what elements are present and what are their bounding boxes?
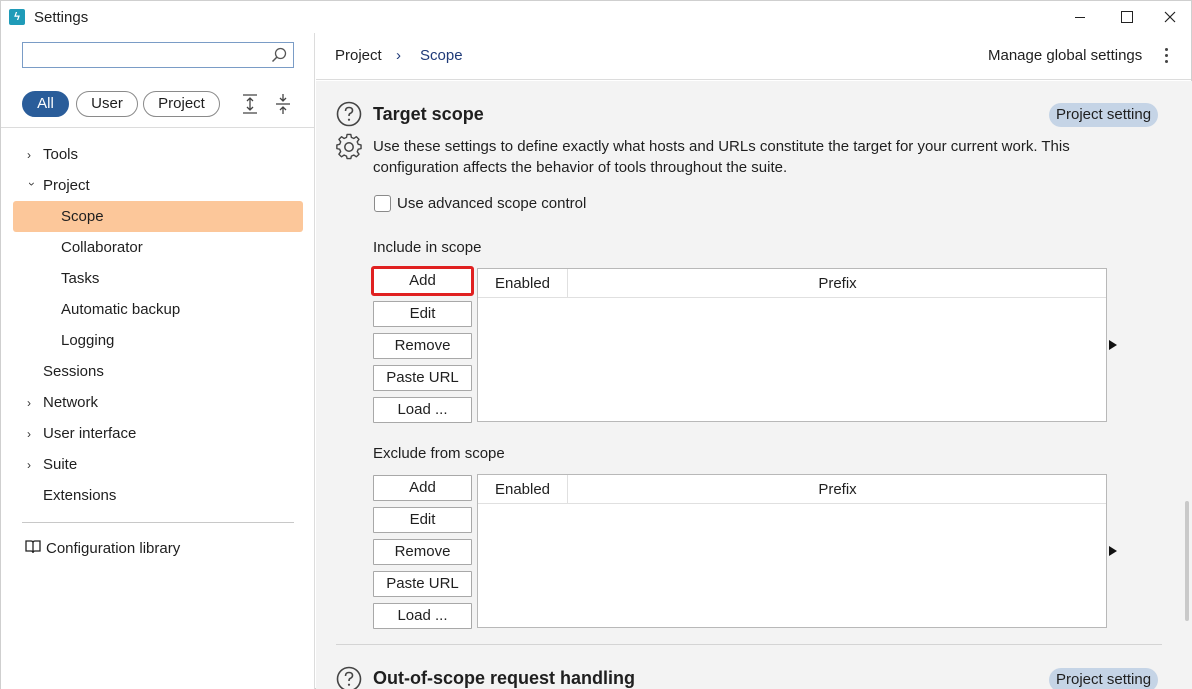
target-scope-description: Use these settings to define exactly wha… bbox=[373, 138, 1070, 176]
chevron-down-icon[interactable]: › bbox=[17, 182, 47, 192]
configuration-library-link[interactable]: Configuration library bbox=[25, 538, 180, 560]
settings-window: ϟ Settings All User Project › Tools › Pr… bbox=[0, 0, 1192, 689]
sidebar-divider bbox=[1, 127, 314, 128]
sidebar-item-label: User interface bbox=[43, 425, 137, 442]
sidebar-item-tasks[interactable]: Tasks bbox=[61, 264, 99, 294]
chevron-right-icon[interactable]: › bbox=[27, 450, 37, 480]
chevron-right-icon[interactable]: › bbox=[27, 419, 37, 449]
sidebar-item-network[interactable]: › Network bbox=[27, 388, 99, 418]
breadcrumb-project[interactable]: Project bbox=[335, 47, 382, 64]
sidebar-item-label: Sessions bbox=[43, 363, 104, 380]
content-header: Project › Scope Manage global settings bbox=[316, 33, 1191, 80]
target-scope-title: Target scope bbox=[373, 104, 484, 124]
search-icon[interactable] bbox=[271, 47, 287, 63]
settings-sidebar: All User Project › Tools › Project Scope bbox=[1, 33, 315, 689]
exclude-add-button[interactable]: Add bbox=[373, 475, 472, 501]
close-button[interactable] bbox=[1147, 1, 1192, 33]
sidebar-item-logging[interactable]: Logging bbox=[61, 326, 114, 356]
help-icon[interactable] bbox=[336, 666, 362, 689]
sidebar-item-collaborator[interactable]: Collaborator bbox=[61, 233, 143, 263]
exclude-remove-button[interactable]: Remove bbox=[373, 539, 472, 565]
help-icon[interactable] bbox=[336, 101, 362, 127]
sidebar-item-user-interface[interactable]: › User interface bbox=[27, 419, 137, 449]
sidebar-item-suite[interactable]: › Suite bbox=[27, 450, 78, 480]
sidebar-item-sessions[interactable]: Sessions bbox=[43, 357, 104, 387]
advanced-scope-checkbox[interactable] bbox=[374, 195, 391, 212]
maximize-button[interactable] bbox=[1103, 1, 1149, 33]
table-header-row: Enabled Prefix bbox=[478, 475, 1106, 504]
sidebar-item-label: Project bbox=[43, 177, 90, 194]
window-title: Settings bbox=[34, 9, 89, 26]
sidebar-item-label: Tasks bbox=[61, 270, 100, 287]
book-icon bbox=[25, 540, 41, 554]
minimize-button[interactable] bbox=[1057, 1, 1103, 33]
app-logo-icon: ϟ bbox=[9, 9, 25, 25]
sidebar-item-scope[interactable]: Scope bbox=[61, 202, 104, 232]
scrollbar-thumb[interactable] bbox=[1185, 501, 1189, 621]
sidebar-item-label: Suite bbox=[43, 456, 78, 473]
sidebar-item-label: Logging bbox=[61, 332, 115, 349]
include-add-button[interactable]: Add bbox=[371, 266, 474, 296]
close-icon bbox=[1164, 11, 1176, 23]
sidebar-item-label: Automatic backup bbox=[61, 301, 181, 318]
include-edit-button[interactable]: Edit bbox=[373, 301, 472, 327]
sidebar-item-label: Extensions bbox=[43, 487, 117, 504]
project-setting-badge: Project setting bbox=[1049, 668, 1159, 689]
sidebar-item-label: Tools bbox=[43, 146, 79, 163]
exclude-load-button[interactable]: Load ... bbox=[373, 603, 472, 629]
expand-arrow-icon[interactable] bbox=[1109, 340, 1117, 350]
include-scope-label: Include in scope bbox=[373, 239, 482, 256]
filter-project-button[interactable]: Project bbox=[143, 91, 220, 117]
include-remove-button[interactable]: Remove bbox=[373, 333, 472, 359]
project-setting-badge: Project setting bbox=[1049, 103, 1159, 127]
sidebar-item-label: Network bbox=[43, 394, 99, 411]
sidebar-item-project[interactable]: › Project bbox=[25, 171, 90, 201]
settings-content: Target scope Project setting Use these s… bbox=[316, 81, 1182, 689]
title-bar: ϟ Settings bbox=[1, 1, 1191, 33]
chevron-right-icon[interactable]: › bbox=[27, 140, 37, 170]
include-load-button[interactable]: Load ... bbox=[373, 397, 472, 423]
exclude-scope-table[interactable]: Enabled Prefix bbox=[477, 474, 1107, 628]
sidebar-item-label: Scope bbox=[61, 208, 104, 225]
gear-icon[interactable] bbox=[335, 133, 363, 161]
search-field[interactable] bbox=[22, 42, 294, 68]
column-header-enabled[interactable]: Enabled bbox=[478, 269, 568, 298]
sidebar-item-automatic-backup[interactable]: Automatic backup bbox=[61, 295, 180, 325]
configuration-library-label: Configuration library bbox=[46, 540, 181, 557]
collapse-all-icon[interactable] bbox=[273, 93, 293, 115]
expand-arrow-icon[interactable] bbox=[1109, 546, 1117, 556]
search-input[interactable] bbox=[23, 43, 263, 67]
table-header-row: Enabled Prefix bbox=[478, 269, 1106, 298]
exclude-edit-button[interactable]: Edit bbox=[373, 507, 472, 533]
filter-user-button[interactable]: User bbox=[76, 91, 138, 117]
out-of-scope-title: Out-of-scope request handling bbox=[373, 668, 636, 688]
sidebar-bottom-divider bbox=[22, 522, 294, 523]
column-header-prefix[interactable]: Prefix bbox=[569, 269, 1106, 298]
sidebar-item-extensions[interactable]: Extensions bbox=[43, 481, 116, 511]
include-scope-table[interactable]: Enabled Prefix bbox=[477, 268, 1107, 422]
expand-all-icon[interactable] bbox=[240, 93, 260, 115]
sidebar-item-label: Collaborator bbox=[61, 239, 143, 256]
advanced-scope-label[interactable]: Use advanced scope control bbox=[397, 194, 586, 214]
section-divider bbox=[336, 644, 1162, 645]
breadcrumb-separator: › bbox=[396, 47, 401, 64]
more-options-icon[interactable] bbox=[1161, 46, 1171, 68]
include-paste-url-button[interactable]: Paste URL bbox=[373, 365, 472, 391]
column-header-enabled[interactable]: Enabled bbox=[478, 475, 568, 504]
exclude-scope-label: Exclude from scope bbox=[373, 445, 505, 462]
column-header-prefix[interactable]: Prefix bbox=[569, 475, 1106, 504]
exclude-paste-url-button[interactable]: Paste URL bbox=[373, 571, 472, 597]
chevron-right-icon[interactable]: › bbox=[27, 388, 37, 418]
breadcrumb-scope: Scope bbox=[420, 47, 463, 64]
sidebar-selection-highlight bbox=[13, 201, 303, 232]
sidebar-item-tools[interactable]: › Tools bbox=[27, 140, 79, 170]
content-scrollbar[interactable] bbox=[1182, 81, 1192, 689]
manage-global-settings-link[interactable]: Manage global settings bbox=[988, 47, 1142, 64]
filter-all-button[interactable]: All bbox=[22, 91, 69, 117]
